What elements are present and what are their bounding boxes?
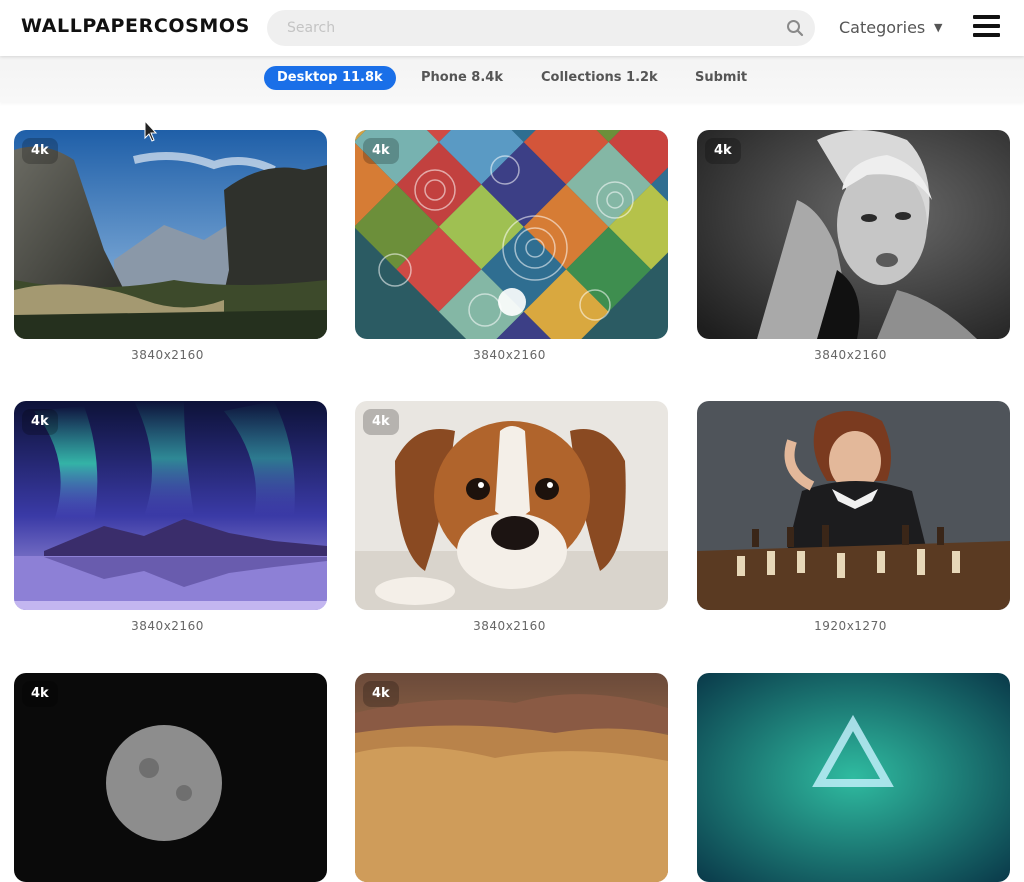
mouse-cursor-icon <box>144 120 158 142</box>
tab-submit[interactable]: Submit <box>695 66 747 90</box>
wallpaper-thumbnail[interactable]: 4k <box>697 130 1010 339</box>
wallpaper-thumbnail[interactable] <box>697 673 1010 882</box>
wallpaper-thumbnail[interactable]: 4k <box>355 401 668 610</box>
categories-dropdown[interactable]: Categories <box>839 18 925 37</box>
site-logo[interactable]: WALLPAPERCOSMOS <box>21 15 250 37</box>
wallpaper-thumbnail[interactable]: 4k <box>14 130 327 339</box>
quality-badge: 4k <box>22 138 58 164</box>
mountain-valley-image <box>14 130 327 339</box>
desert-sunset-hills-image <box>355 673 668 882</box>
wallpaper-thumbnail[interactable] <box>697 401 1010 610</box>
quality-badge: 4k <box>705 138 741 164</box>
woman-portrait-bw-image <box>697 130 1010 339</box>
nebula-triangle-image <box>697 673 1010 882</box>
search-icon[interactable] <box>786 19 804 37</box>
quality-badge: 4k <box>363 409 399 435</box>
wallpaper-thumbnail[interactable]: 4k <box>14 401 327 610</box>
chevron-down-icon[interactable]: ▼ <box>934 21 942 34</box>
resolution-label: 3840x2160 <box>814 348 887 362</box>
quality-badge: 4k <box>363 138 399 164</box>
chess-player-image <box>697 401 1010 610</box>
mandala-pattern-image <box>355 130 668 339</box>
wallpaper-thumbnail[interactable]: 4k <box>355 673 668 882</box>
tab-collections[interactable]: Collections 1.2k <box>541 66 658 90</box>
resolution-label: 3840x2160 <box>131 348 204 362</box>
quality-badge: 4k <box>363 681 399 707</box>
quality-badge: 4k <box>22 681 58 707</box>
hamburger-menu-icon[interactable] <box>973 15 1001 41</box>
search-input[interactable] <box>287 10 777 46</box>
aurora-lake-image <box>14 401 327 610</box>
resolution-label: 1920x1270 <box>814 619 887 633</box>
tab-phone[interactable]: Phone 8.4k <box>421 66 503 90</box>
tab-desktop[interactable]: Desktop 11.8k <box>264 66 396 90</box>
moon-image <box>14 673 327 882</box>
wallpaper-thumbnail[interactable]: 4k <box>14 673 327 882</box>
category-tabs-bar <box>0 56 1024 102</box>
puppy-image <box>355 401 668 610</box>
resolution-label: 3840x2160 <box>473 619 546 633</box>
site-header: WALLPAPERCOSMOS Categories ▼ <box>0 0 1024 56</box>
search-bar[interactable] <box>267 10 815 46</box>
wallpaper-thumbnail[interactable]: 4k <box>355 130 668 339</box>
quality-badge: 4k <box>22 409 58 435</box>
resolution-label: 3840x2160 <box>473 348 546 362</box>
resolution-label: 3840x2160 <box>131 619 204 633</box>
